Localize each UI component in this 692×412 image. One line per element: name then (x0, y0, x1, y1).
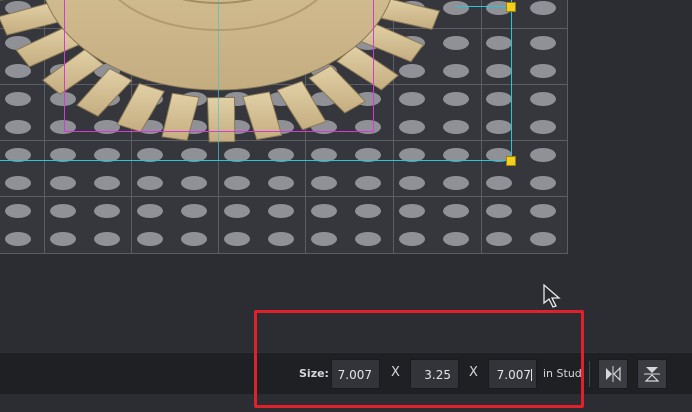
selection-outline (0, 160, 512, 161)
annotation-highlight (254, 310, 584, 408)
mirror-vertical-button[interactable] (637, 359, 667, 389)
selection-outline (218, 0, 219, 160)
toolbar-divider (589, 361, 590, 387)
model-bounding-box (64, 0, 374, 132)
flip-horizontal-icon (606, 366, 621, 382)
resize-handle[interactable] (506, 2, 516, 12)
resize-handle[interactable] (506, 156, 516, 166)
gear-tooth (0, 0, 6, 1)
mirror-horizontal-button[interactable] (598, 359, 628, 389)
mouse-cursor-icon (543, 284, 561, 308)
3d-viewport[interactable] (0, 0, 692, 352)
selection-outline (455, 6, 512, 7)
flip-vertical-icon (644, 367, 660, 382)
selection-outline (511, 0, 512, 161)
